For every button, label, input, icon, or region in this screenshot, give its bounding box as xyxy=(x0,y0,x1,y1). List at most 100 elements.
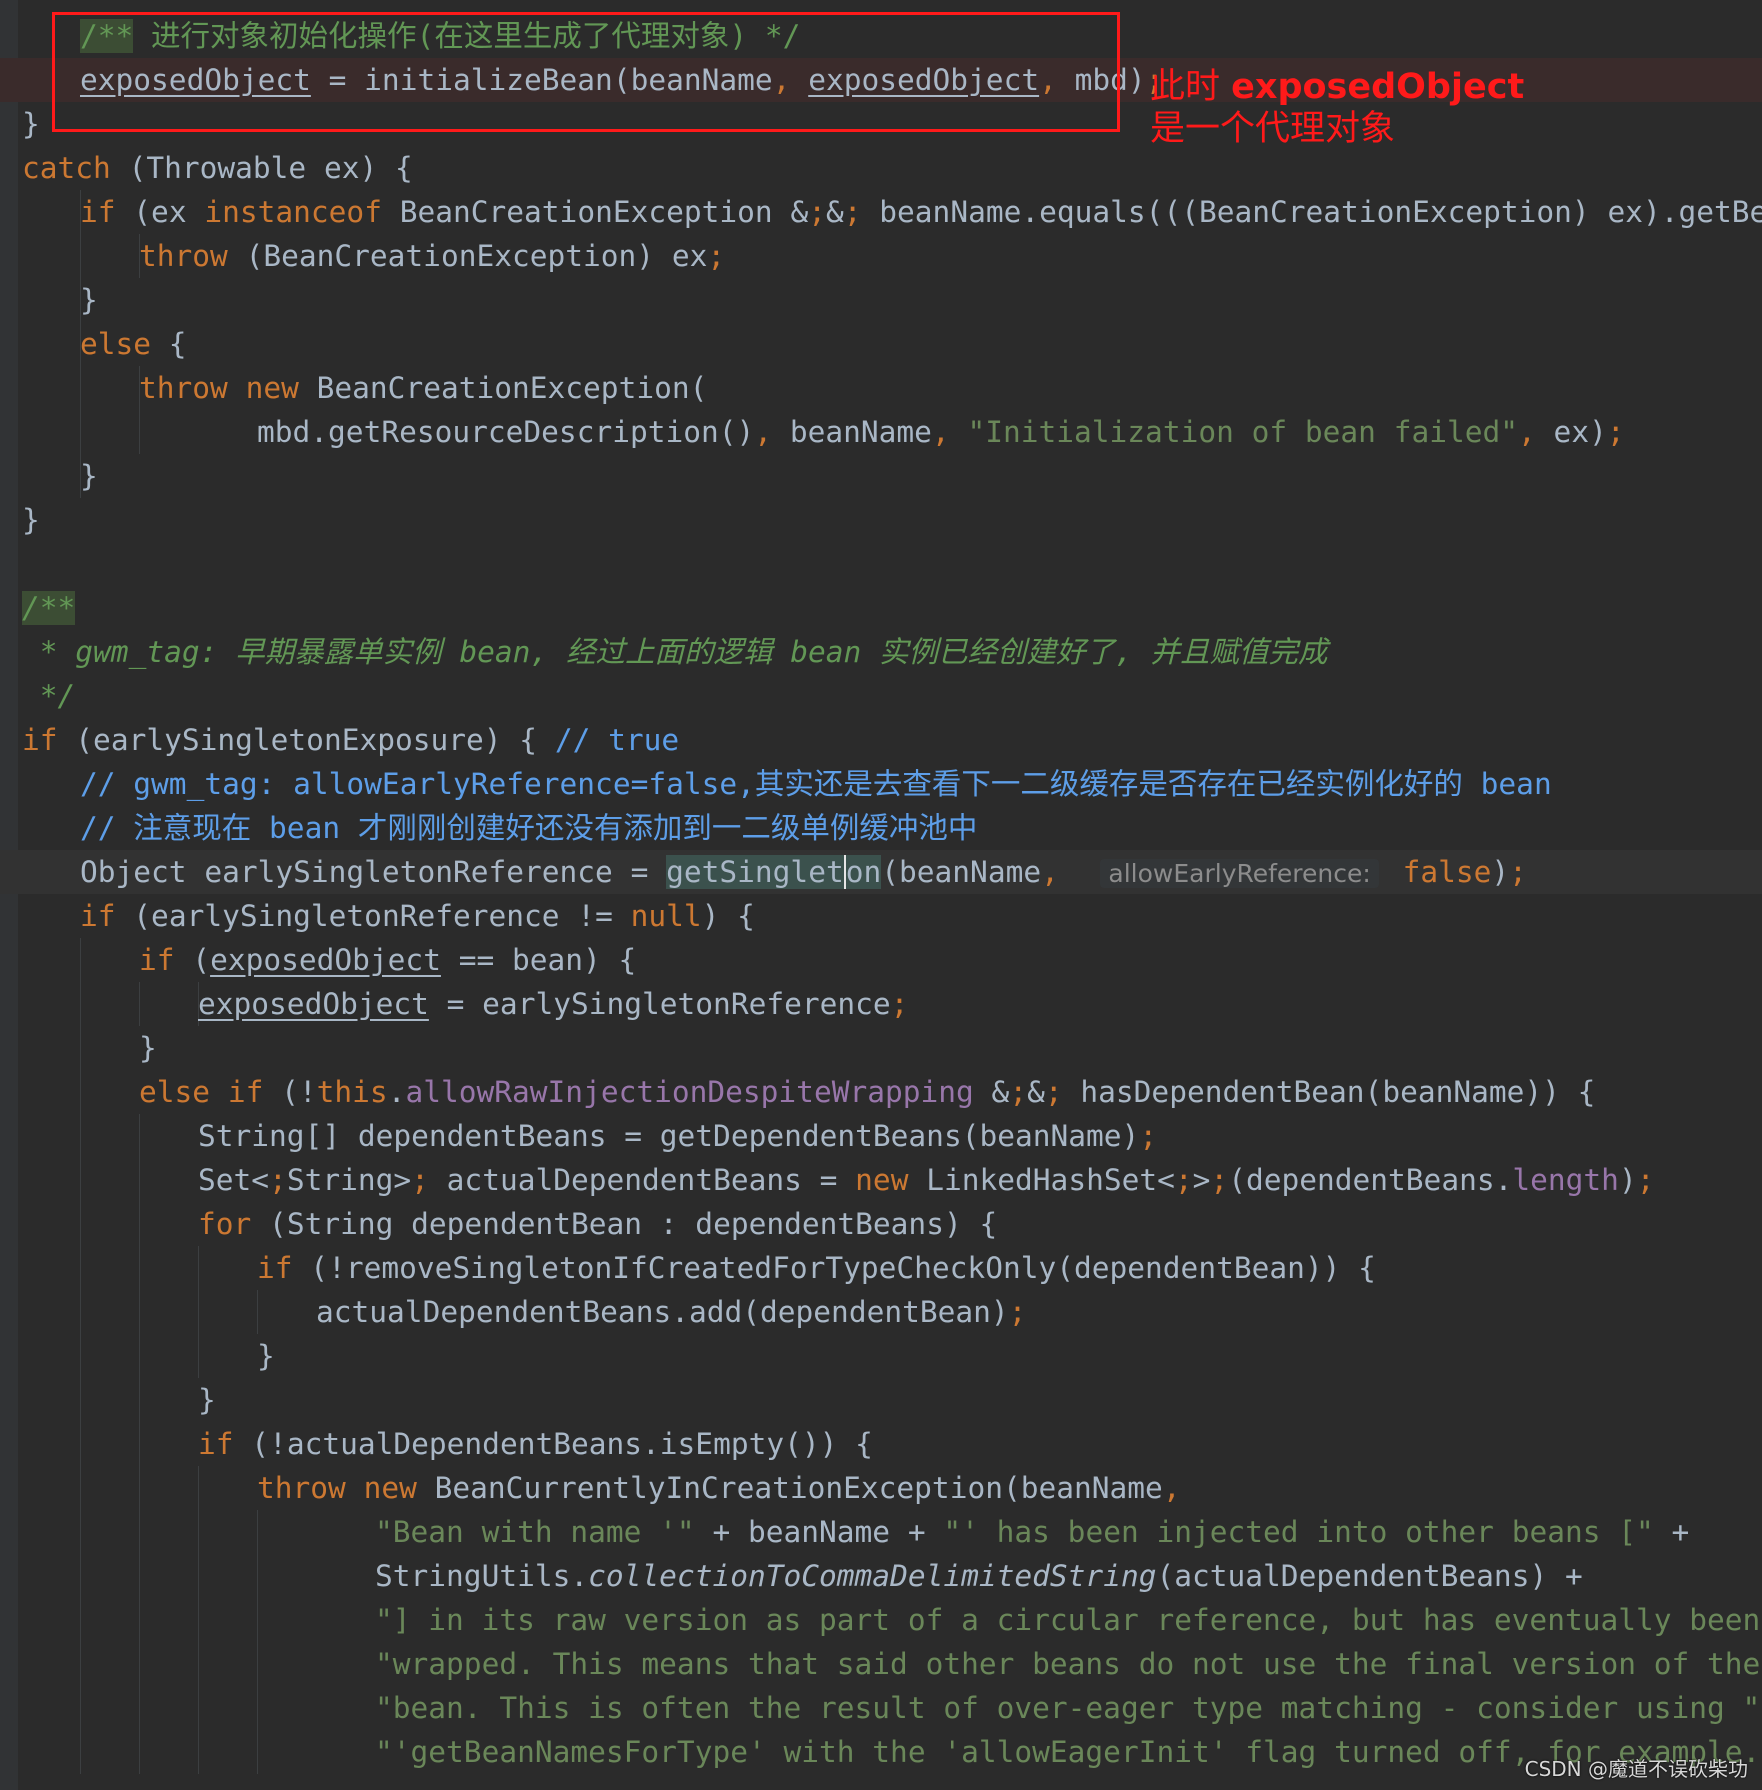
code-line[interactable]: } xyxy=(0,1334,1762,1378)
code-line[interactable]: catch (Throwable ex) { xyxy=(0,146,1762,190)
code-text: if (earlySingletonExposure) { // true xyxy=(22,723,680,757)
code-line[interactable]: } xyxy=(0,278,1762,322)
code-text: * gwm_tag: 早期暴露单实例 bean, 经过上面的逻辑 bean 实例… xyxy=(22,635,1328,669)
code-line[interactable]: if (exposedObject == bean) { xyxy=(0,938,1762,982)
code-text: if (exposedObject == bean) { xyxy=(139,943,637,977)
indent-guide xyxy=(80,234,81,278)
indent-guide xyxy=(139,1598,140,1642)
code-line[interactable]: mbd.getResourceDescription(), beanName, … xyxy=(0,410,1762,454)
indent-guide xyxy=(139,1642,140,1686)
annotation-line-2: 是一个代理对象 xyxy=(1150,109,1396,149)
code-line[interactable]: } xyxy=(0,454,1762,498)
code-text: if (!removeSingletonIfCreatedForTypeChec… xyxy=(257,1251,1376,1285)
indent-guide xyxy=(198,1334,199,1378)
indent-guide xyxy=(80,938,81,982)
code-text: if (ex instanceof BeanCreationException … xyxy=(80,195,1762,229)
indent-guide xyxy=(139,410,140,454)
code-text: throw new BeanCurrentlyInCreationExcepti… xyxy=(257,1471,1181,1505)
code-text: actualDependentBeans.add(dependentBean); xyxy=(316,1295,1027,1329)
code-line[interactable]: } xyxy=(0,498,1762,542)
indent-guide xyxy=(80,1466,81,1510)
code-line[interactable]: "Bean with name '" + beanName + "' has b… xyxy=(0,1510,1762,1554)
code-line[interactable]: exposedObject = earlySingletonReference; xyxy=(0,982,1762,1026)
code-text: else { xyxy=(80,327,187,361)
indent-guide xyxy=(257,1642,258,1686)
code-text: */ xyxy=(22,679,76,713)
code-line[interactable]: } xyxy=(0,1026,1762,1070)
annotation-prefix: 此时 xyxy=(1150,67,1232,107)
code-line[interactable] xyxy=(0,542,1762,586)
code-text: "wrapped. This means that said other bea… xyxy=(375,1647,1762,1681)
indent-guide xyxy=(139,1730,140,1774)
code-text: Object earlySingletonReference = getSing… xyxy=(80,855,1527,889)
indent-guide xyxy=(80,366,81,410)
code-text: catch (Throwable ex) { xyxy=(22,151,413,185)
indent-guide xyxy=(80,1026,81,1070)
code-text: throw new BeanCreationException( xyxy=(139,371,708,405)
code-line[interactable]: if (!actualDependentBeans.isEmpty()) { xyxy=(0,1422,1762,1466)
code-text: // 注意现在 bean 才刚刚创建好还没有添加到一二级单例缓冲池中 xyxy=(80,811,978,845)
code-line[interactable]: Object earlySingletonReference = getSing… xyxy=(0,850,1762,894)
code-line[interactable]: throw new BeanCreationException( xyxy=(0,366,1762,410)
indent-guide xyxy=(257,1554,258,1598)
indent-guide xyxy=(139,1686,140,1730)
code-text: String[] dependentBeans = getDependentBe… xyxy=(198,1119,1158,1153)
indent-guide xyxy=(139,1510,140,1554)
code-text: } xyxy=(139,1031,157,1065)
indent-guide xyxy=(139,1202,140,1246)
code-text: else if (!this.allowRawInjectionDespiteW… xyxy=(139,1075,1596,1109)
code-line[interactable]: // gwm_tag: allowEarlyReference=false,其实… xyxy=(0,762,1762,806)
annotation-variable: exposedObject xyxy=(1231,67,1525,107)
code-text: "Bean with name '" + beanName + "' has b… xyxy=(375,1515,1690,1549)
code-text: if (!actualDependentBeans.isEmpty()) { xyxy=(198,1427,873,1461)
code-line[interactable]: if (earlySingletonExposure) { // true xyxy=(0,718,1762,762)
indent-guide xyxy=(139,1554,140,1598)
code-line[interactable]: for (String dependentBean : dependentBea… xyxy=(0,1202,1762,1246)
code-line[interactable]: "wrapped. This means that said other bea… xyxy=(0,1642,1762,1686)
indent-guide xyxy=(198,1466,199,1510)
indent-guide xyxy=(139,1114,140,1158)
code-line[interactable]: /** xyxy=(0,586,1762,630)
indent-guide xyxy=(80,1158,81,1202)
code-line[interactable]: } xyxy=(0,1378,1762,1422)
code-line[interactable]: "bean. This is often the result of over-… xyxy=(0,1686,1762,1730)
code-line[interactable]: StringUtils.collectionToCommaDelimitedSt… xyxy=(0,1554,1762,1598)
annotation-note: 此时 exposedObject 是一个代理对象 xyxy=(1150,66,1524,150)
code-text: mbd.getResourceDescription(), beanName, … xyxy=(257,415,1625,449)
code-line[interactable]: */ xyxy=(0,674,1762,718)
code-text: } xyxy=(257,1339,275,1373)
code-line[interactable]: throw new BeanCurrentlyInCreationExcepti… xyxy=(0,1466,1762,1510)
indent-guide xyxy=(80,1598,81,1642)
code-text: } xyxy=(80,459,98,493)
code-line[interactable]: actualDependentBeans.add(dependentBean); xyxy=(0,1290,1762,1334)
code-text: } xyxy=(80,283,98,317)
indent-guide xyxy=(80,1378,81,1422)
code-line[interactable]: else if (!this.allowRawInjectionDespiteW… xyxy=(0,1070,1762,1114)
code-text: } xyxy=(22,503,40,537)
code-line[interactable]: "] in its raw version as part of a circu… xyxy=(0,1598,1762,1642)
code-text: StringUtils.collectionToCommaDelimitedSt… xyxy=(375,1559,1583,1593)
indent-guide xyxy=(257,1686,258,1730)
code-line[interactable]: if (ex instanceof BeanCreationException … xyxy=(0,190,1762,234)
code-line[interactable]: else { xyxy=(0,322,1762,366)
indent-guide xyxy=(198,1642,199,1686)
code-text: } xyxy=(22,107,40,141)
code-text: "] in its raw version as part of a circu… xyxy=(375,1603,1762,1637)
code-line[interactable]: if (!removeSingletonIfCreatedForTypeChec… xyxy=(0,1246,1762,1290)
code-text: if (earlySingletonReference != null) { xyxy=(80,899,755,933)
code-line[interactable]: throw (BeanCreationException) ex; xyxy=(0,234,1762,278)
code-line[interactable]: * gwm_tag: 早期暴露单实例 bean, 经过上面的逻辑 bean 实例… xyxy=(0,630,1762,674)
code-line[interactable]: // 注意现在 bean 才刚刚创建好还没有添加到一二级单例缓冲池中 xyxy=(0,806,1762,850)
code-line[interactable]: if (earlySingletonReference != null) { xyxy=(0,894,1762,938)
indent-guide xyxy=(198,1554,199,1598)
code-text: throw (BeanCreationException) ex; xyxy=(139,239,726,273)
indent-guide xyxy=(139,1246,140,1290)
code-line[interactable]: "'getBeanNamesForType' with the 'allowEa… xyxy=(0,1730,1762,1774)
indent-guide xyxy=(80,1246,81,1290)
indent-guide xyxy=(80,410,81,454)
indent-guide xyxy=(80,1642,81,1686)
code-line[interactable]: Set<;String>; actualDependentBeans = new… xyxy=(0,1158,1762,1202)
code-line[interactable]: String[] dependentBeans = getDependentBe… xyxy=(0,1114,1762,1158)
indent-guide xyxy=(198,1686,199,1730)
indent-guide xyxy=(257,1510,258,1554)
